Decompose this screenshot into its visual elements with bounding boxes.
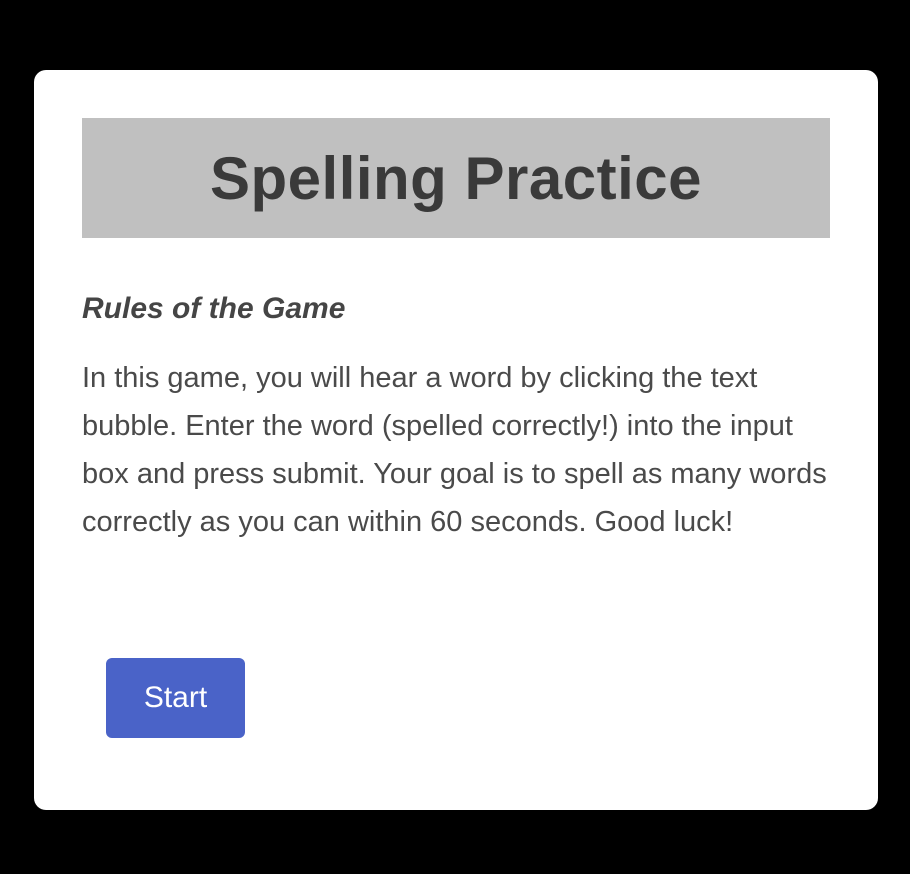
page-title: Spelling Practice xyxy=(209,144,702,212)
title-banner: Spelling Practice xyxy=(82,118,830,238)
rules-text: In this game, you will hear a word by cl… xyxy=(82,362,827,538)
rules-heading: Rules of the Game xyxy=(82,292,346,325)
game-card: Spelling Practice Rules of the Game In t… xyxy=(34,70,878,810)
start-button[interactable]: Start xyxy=(106,658,245,738)
